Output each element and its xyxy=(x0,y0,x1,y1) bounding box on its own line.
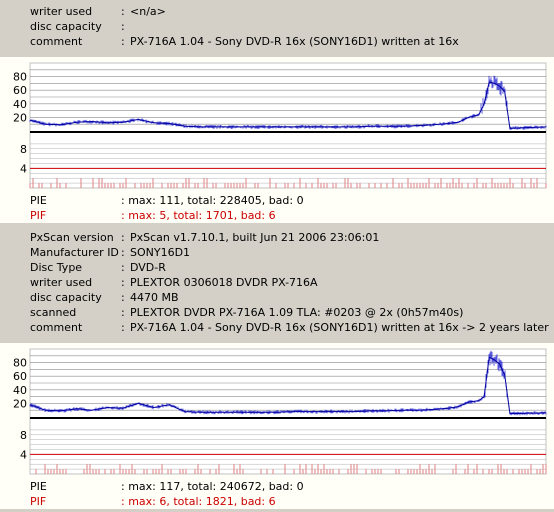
pif-stat-label: PIF xyxy=(30,495,47,508)
pie-tick-label: 40 xyxy=(13,384,27,397)
pif-stat-row: PIF : max: 5, total: 1701, bad: 6 xyxy=(0,208,554,223)
disc2-stats: PIE : max: 117, total: 240672, bad: 0 PI… xyxy=(0,479,554,509)
info-value: PX-716A 1.04 - Sony DVD-R 16x (SONY16D1)… xyxy=(130,321,549,334)
info-value: PLEXTOR 0306018 DVDR PX-716A xyxy=(130,276,318,289)
info-separator: : xyxy=(121,321,125,334)
info-label: writer used xyxy=(30,5,93,18)
pie-stat-row: PIE : max: 111, total: 228405, bad: 0 xyxy=(0,193,554,208)
pif-stat-row: PIF : max: 6, total: 1821, bad: 6 xyxy=(0,494,554,509)
info-separator: : xyxy=(121,5,125,18)
info-separator: : xyxy=(121,35,125,48)
info-row: comment : PX-716A 1.04 - Sony DVD-R 16x … xyxy=(0,34,554,49)
info-label: Disc Type xyxy=(30,261,83,274)
info-row: PxScan version : PxScan v1.7.10.1, built… xyxy=(0,230,554,245)
pie-tick-label: 20 xyxy=(13,397,27,410)
info-label: Manufacturer ID xyxy=(30,246,119,259)
info-value: SONY16D1 xyxy=(130,246,191,259)
info-value: PLEXTOR DVDR PX-716A 1.09 TLA: #0203 @ 2… xyxy=(130,306,464,319)
pie-tick-label: 80 xyxy=(13,71,27,84)
pie-tick-label: 60 xyxy=(13,84,27,97)
pie-stat-row: PIE : max: 117, total: 240672, bad: 0 xyxy=(0,479,554,494)
pif-stat-value: : max: 6, total: 1821, bad: 6 xyxy=(121,495,276,508)
info-label: disc capacity xyxy=(30,20,102,33)
info-label: comment xyxy=(30,35,83,48)
info-label: PxScan version xyxy=(30,231,114,244)
disc1-stats: PIE : max: 111, total: 228405, bad: 0 PI… xyxy=(0,193,554,223)
info-value: PX-716A 1.04 - Sony DVD-R 16x (SONY16D1)… xyxy=(130,35,459,48)
info-row: Disc Type : DVD-R xyxy=(0,260,554,275)
plot-area xyxy=(29,62,547,189)
pif-tick-label: 8 xyxy=(20,143,27,156)
pie-tick-label: 20 xyxy=(13,111,27,124)
info-row: disc capacity : xyxy=(0,19,554,34)
info-label: disc capacity xyxy=(30,291,102,304)
info-value: PxScan v1.7.10.1, built Jun 21 2006 23:0… xyxy=(130,231,380,244)
pif-tick-label: 4 xyxy=(20,162,27,175)
info-separator: : xyxy=(121,306,125,319)
info-separator: : xyxy=(121,291,125,304)
disc1-scan-chart: 20406080 4 8 xyxy=(0,57,554,193)
info-label: writer used xyxy=(30,276,93,289)
info-separator: : xyxy=(121,261,125,274)
info-separator: : xyxy=(121,231,125,244)
pif-tick-label: 8 xyxy=(20,429,27,442)
pie-tick-label: 40 xyxy=(13,98,27,111)
info-value: 4470 MB xyxy=(130,291,179,304)
pie-stat-label: PIE xyxy=(30,194,47,207)
info-value: <n/a> xyxy=(130,5,166,18)
info-separator: : xyxy=(121,20,125,33)
info-separator: : xyxy=(121,246,125,259)
pif-tick-label: 4 xyxy=(20,448,27,461)
pif-stat-value: : max: 5, total: 1701, bad: 6 xyxy=(121,209,276,222)
pie-tick-label: 80 xyxy=(13,357,27,370)
pie-stat-label: PIE xyxy=(30,480,47,493)
info-label: scanned xyxy=(30,306,77,319)
info-value: DVD-R xyxy=(130,261,166,274)
info-separator: : xyxy=(121,276,125,289)
pie-stat-value: : max: 111, total: 228405, bad: 0 xyxy=(121,194,304,207)
disc2-scan-chart: 20406080 4 8 xyxy=(0,343,554,479)
pie-stat-value: : max: 117, total: 240672, bad: 0 xyxy=(121,480,304,493)
info-row: Manufacturer ID : SONY16D1 xyxy=(0,245,554,260)
pie-tick-label: 60 xyxy=(13,370,27,383)
info-row: writer used : PLEXTOR 0306018 DVDR PX-71… xyxy=(0,275,554,290)
info-row: comment : PX-716A 1.04 - Sony DVD-R 16x … xyxy=(0,320,554,335)
info-row: disc capacity : 4470 MB xyxy=(0,290,554,305)
info-label: comment xyxy=(30,321,83,334)
info-row: writer used : <n/a> xyxy=(0,4,554,19)
info-row: scanned : PLEXTOR DVDR PX-716A 1.09 TLA:… xyxy=(0,305,554,320)
pif-stat-label: PIF xyxy=(30,209,47,222)
